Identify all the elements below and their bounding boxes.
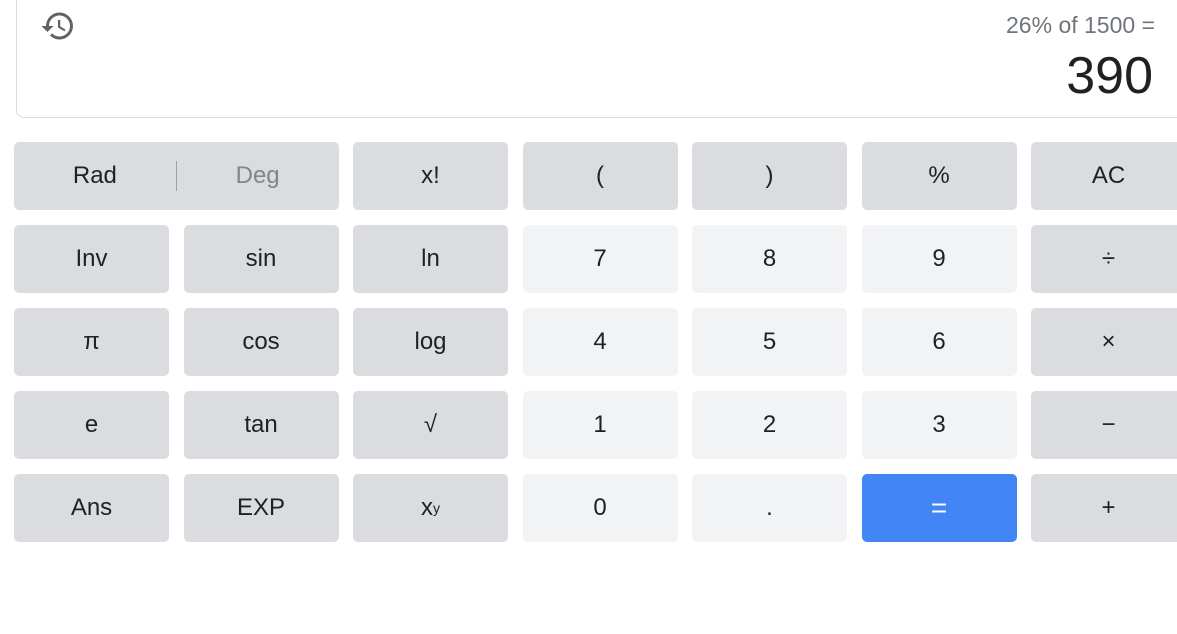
result-text: 390 bbox=[1066, 47, 1153, 105]
factorial-button[interactable]: x! bbox=[353, 142, 508, 210]
sin-button[interactable]: sin bbox=[183, 225, 339, 293]
digit-3-button[interactable]: 3 bbox=[861, 391, 1017, 459]
e-button[interactable]: e bbox=[14, 391, 169, 459]
digit-6-button[interactable]: 6 bbox=[861, 308, 1017, 376]
plus-button[interactable]: + bbox=[1031, 474, 1177, 542]
calculator: 26% of 1500 = 390 Rad Deg x! ( ) % AC In… bbox=[0, 0, 1177, 634]
digit-5-button[interactable]: 5 bbox=[692, 308, 847, 376]
sqrt-button[interactable]: √ bbox=[353, 391, 508, 459]
history-icon bbox=[41, 12, 73, 40]
multiply-button[interactable]: × bbox=[1031, 308, 1177, 376]
percent-button[interactable]: % bbox=[861, 142, 1017, 210]
history-button[interactable] bbox=[38, 8, 78, 44]
open-paren-button[interactable]: ( bbox=[522, 142, 678, 210]
clear-button[interactable]: AC bbox=[1031, 142, 1177, 210]
equals-button[interactable]: = bbox=[861, 474, 1017, 542]
expression-text: 26% of 1500 = bbox=[1006, 12, 1155, 38]
digit-1-button[interactable]: 1 bbox=[522, 391, 678, 459]
cos-button[interactable]: cos bbox=[183, 308, 339, 376]
close-paren-button[interactable]: ) bbox=[692, 142, 847, 210]
pi-button[interactable]: π bbox=[14, 308, 169, 376]
inv-button[interactable]: Inv bbox=[14, 225, 169, 293]
rad-button[interactable]: Rad bbox=[14, 162, 176, 190]
deg-button[interactable]: Deg bbox=[177, 162, 339, 190]
calculator-display bbox=[16, 0, 1177, 118]
exp-button[interactable]: EXP bbox=[183, 474, 339, 542]
minus-button[interactable]: − bbox=[1031, 391, 1177, 459]
rad-deg-toggle: Rad Deg bbox=[14, 142, 339, 210]
log-button[interactable]: log bbox=[353, 308, 508, 376]
digit-2-button[interactable]: 2 bbox=[692, 391, 847, 459]
digit-9-button[interactable]: 9 bbox=[861, 225, 1017, 293]
keypad: Rad Deg x! ( ) % AC Inv sin ln 7 8 9 ÷ π… bbox=[14, 142, 1177, 542]
power-button[interactable]: xy bbox=[353, 474, 508, 542]
digit-4-button[interactable]: 4 bbox=[522, 308, 678, 376]
ln-button[interactable]: ln bbox=[353, 225, 508, 293]
ans-button[interactable]: Ans bbox=[14, 474, 169, 542]
power-base-label: x bbox=[421, 494, 433, 521]
digit-0-button[interactable]: 0 bbox=[522, 474, 678, 542]
digit-7-button[interactable]: 7 bbox=[522, 225, 678, 293]
decimal-point-button[interactable]: . bbox=[692, 474, 847, 542]
divide-button[interactable]: ÷ bbox=[1031, 225, 1177, 293]
tan-button[interactable]: tan bbox=[183, 391, 339, 459]
digit-8-button[interactable]: 8 bbox=[692, 225, 847, 293]
